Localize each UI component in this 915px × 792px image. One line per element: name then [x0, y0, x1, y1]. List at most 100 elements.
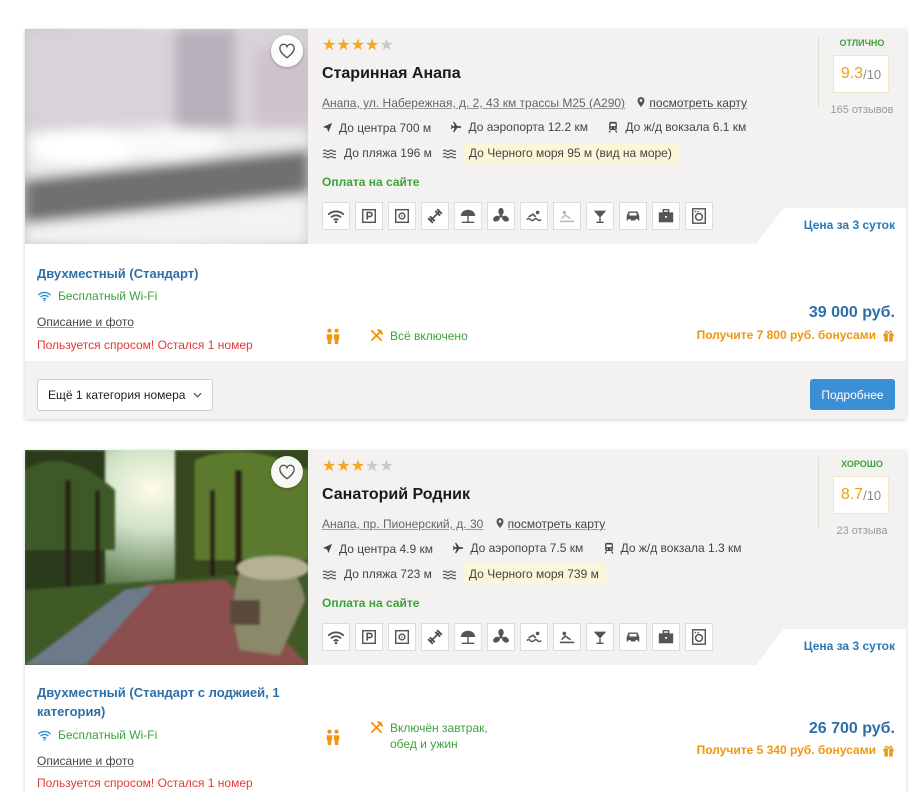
show-map-label: посмотреть карту — [507, 517, 606, 531]
wifi-icon — [39, 292, 50, 301]
card-footer: Ещё 1 категория номера Подробнее — [25, 361, 906, 419]
distances: До центра 4.9 км До аэропорта 7.5 км До … — [322, 541, 758, 557]
business-icon — [652, 202, 680, 230]
hotel-card: ★★★★★ Старинная Анапа Анапа, ул. Набереж… — [25, 29, 906, 419]
rating-max: /10 — [863, 487, 882, 503]
laundry-icon — [685, 623, 713, 651]
favorite-heart-icon[interactable] — [271, 456, 303, 488]
distance-sea: До Черного моря 95 м (вид на море) — [442, 143, 679, 163]
demand-warning: Пользуется спросом! Остался 1 номер — [37, 776, 253, 790]
meal-plan-text: Включён завтрак, — [390, 721, 488, 735]
bar-icon — [586, 623, 614, 651]
room-wifi: Бесплатный Wi-Fi — [37, 728, 157, 742]
bonus-offer: Получите 7 800 руб. бонусами — [697, 328, 895, 342]
bonus-text: Получите 5 340 руб. бонусами — [696, 743, 876, 757]
show-map-link[interactable]: посмотреть карту — [495, 517, 606, 531]
taxi-icon — [619, 202, 647, 230]
bar-icon — [586, 202, 614, 230]
arrow-icon — [323, 123, 332, 132]
ac-icon — [487, 623, 515, 651]
wifi-icon — [322, 623, 350, 651]
rating-max: /10 — [863, 66, 882, 82]
payment-note: Оплата на сайте — [322, 596, 420, 610]
plane-icon — [451, 122, 461, 132]
show-map-link[interactable]: посмотреть карту — [636, 96, 747, 110]
distance-center: До центра 700 м — [322, 121, 431, 135]
guests-icon — [324, 328, 342, 349]
distance-center-text: До центра 700 м — [339, 120, 432, 135]
distance-center-text: До центра 4.9 км — [339, 541, 434, 556]
beach-distances: До пляжа 723 м До Черного моря 739 м — [322, 564, 616, 584]
hotel-header: ★★★★★ Санаторий Родник Анапа, пр. Пионер… — [25, 450, 906, 665]
room-offer: Двухместный (Стандарт) Бесплатный Wi-Fi … — [25, 244, 906, 354]
spa-icon — [553, 202, 581, 230]
stars-empty: ★★ — [365, 458, 394, 475]
distance-station-text: До ж/д вокзала 6.1 км — [625, 120, 747, 134]
reviews-count[interactable]: 23 отзыва — [818, 525, 906, 537]
hotel-header: ★★★★★ Старинная Анапа Анапа, ул. Набереж… — [25, 29, 906, 244]
price-period: Цена за 3 суток — [756, 208, 906, 244]
details-button[interactable]: Подробнее — [810, 379, 895, 410]
safe-icon — [388, 623, 416, 651]
hotel-name[interactable]: Старинная Анапа — [322, 65, 461, 83]
waves-icon — [323, 150, 336, 158]
more-categories-label: Ещё 1 категория номера — [48, 388, 186, 402]
rating-score: 9.3 — [840, 65, 864, 82]
hotel-list: ★★★★★ Старинная Анапа Анапа, ул. Набереж… — [0, 0, 915, 792]
meal-plan-text: Всё включено — [390, 329, 468, 343]
room-price: 39 000 руб. — [808, 304, 895, 321]
guests-icon — [324, 729, 342, 750]
safe-icon — [388, 202, 416, 230]
distance-station-text: До ж/д вокзала 1.3 км — [620, 541, 742, 555]
hotel-photo[interactable] — [25, 29, 308, 244]
waves-icon — [443, 571, 456, 579]
room-wifi: Бесплатный Wi-Fi — [37, 289, 157, 303]
address-text: Анапа, пр. Пионерский, д. 30 — [322, 517, 484, 531]
meal-icon — [372, 722, 382, 732]
price-period-text: Цена за 3 суток — [803, 218, 895, 232]
room-offer: Двухместный (Стандарт с лоджией, 1 катег… — [25, 665, 906, 790]
beach-distances: До пляжа 196 м До Черного моря 95 м (вид… — [322, 143, 689, 163]
waves-icon — [443, 150, 456, 158]
waves-icon — [323, 571, 336, 579]
distance-airport: До аэропорта 12.2 км — [450, 120, 588, 134]
room-name[interactable]: Двухместный (Стандарт) — [37, 264, 199, 283]
room-name-line: категория) — [37, 704, 106, 719]
distance-airport-text: До аэропорта 7.5 км — [470, 541, 584, 555]
room-name-line: Двухместный (Стандарт с лоджией, 1 — [37, 685, 280, 700]
hotel-address: Анапа, пр. Пионерский, д. 30 посмотреть … — [322, 517, 605, 531]
ac-icon — [487, 202, 515, 230]
meal-plan: Включён завтрак, обед и ужин — [370, 720, 488, 752]
gym-icon — [421, 202, 449, 230]
room-price: 26 700 руб. — [808, 720, 895, 737]
meal-plan-text: обед и ужин — [390, 737, 458, 751]
hotel-info: ★★★★★ Санаторий Родник Анапа, пр. Пионер… — [322, 450, 906, 665]
hotel-name[interactable]: Санаторий Родник — [322, 486, 470, 504]
hotel-photo[interactable] — [25, 450, 308, 665]
room-name[interactable]: Двухместный (Стандарт с лоджией, 1 катег… — [37, 683, 280, 721]
taxi-icon — [619, 623, 647, 651]
amenities — [322, 623, 718, 651]
chevron-down-icon — [193, 392, 202, 398]
favorite-heart-icon[interactable] — [271, 35, 303, 67]
room-wifi-text: Бесплатный Wi-Fi — [58, 289, 158, 303]
distance-airport: До аэропорта 7.5 км — [452, 541, 583, 555]
distance-beach: До пляжа 723 м — [322, 567, 432, 581]
show-map-label: посмотреть карту — [649, 96, 747, 110]
star-rating: ★★★★★ — [322, 459, 394, 475]
description-photo-link[interactable]: Описание и фото — [37, 754, 134, 768]
meal-icon — [372, 330, 382, 340]
distance-beach-text: До пляжа 196 м — [344, 146, 432, 160]
more-categories-dropdown[interactable]: Ещё 1 категория номера — [37, 379, 214, 411]
distance-beach-text: До пляжа 723 м — [344, 567, 432, 581]
pool-icon — [520, 623, 548, 651]
business-icon — [652, 623, 680, 651]
gift-icon — [883, 746, 893, 756]
distance-airport-text: До аэропорта 12.2 км — [468, 120, 588, 134]
wifi-icon — [322, 202, 350, 230]
distances: До центра 700 м До аэропорта 12.2 км До … — [322, 120, 762, 136]
room-wifi-text: Бесплатный Wi-Fi — [58, 728, 158, 742]
wifi-icon — [39, 731, 50, 740]
reviews-count[interactable]: 165 отзывов — [818, 104, 906, 116]
description-photo-link[interactable]: Описание и фото — [37, 315, 134, 329]
